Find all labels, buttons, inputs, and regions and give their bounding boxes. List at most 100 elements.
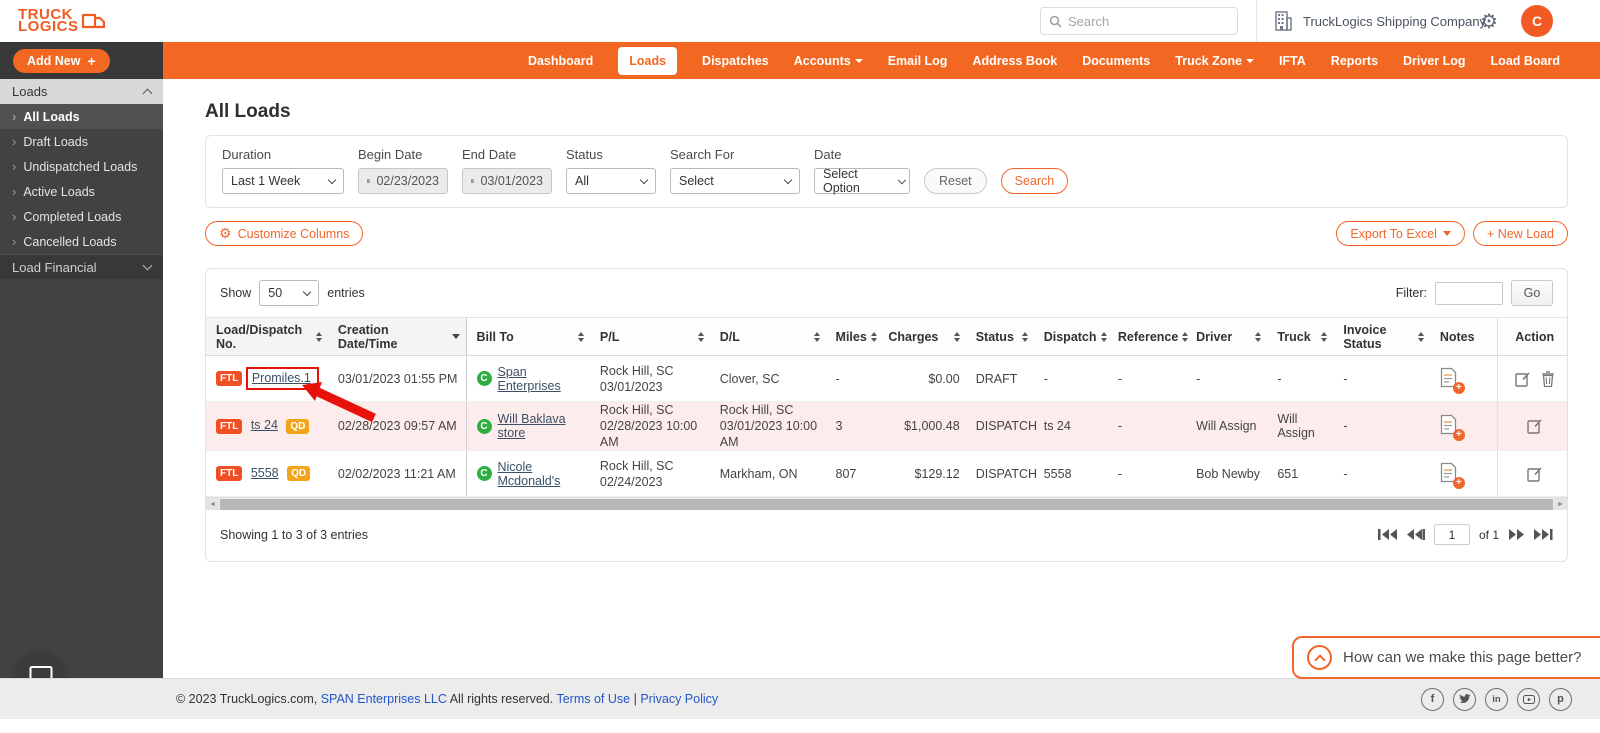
nav-dashboard[interactable]: Dashboard: [528, 54, 593, 68]
go-button[interactable]: Go: [1511, 280, 1553, 306]
col-reference[interactable]: Reference: [1107, 317, 1189, 356]
sidebar-item-active-loads[interactable]: › Active Loads: [0, 179, 163, 204]
page-size-select[interactable]: 50: [259, 280, 320, 306]
sort-icon[interactable]: [315, 331, 322, 342]
privacy-policy-link[interactable]: Privacy Policy: [640, 692, 718, 706]
page-number-input[interactable]: [1433, 524, 1470, 545]
new-load-button[interactable]: + New Load: [1472, 221, 1568, 246]
duration-select[interactable]: Last 1 Week: [222, 168, 344, 194]
span-enterprises-link[interactable]: SPAN Enterprises LLC: [321, 692, 447, 706]
sidebar-item-all-loads[interactable]: › All Loads: [0, 104, 163, 129]
horizontal-scrollbar[interactable]: ◄ ►: [206, 497, 1567, 510]
sidebar-item-undispatched-loads[interactable]: › Undispatched Loads: [0, 154, 163, 179]
customize-columns-button[interactable]: ⚙ Customize Columns: [205, 221, 364, 246]
sort-desc-icon[interactable]: [451, 334, 460, 339]
settings-gear-icon[interactable]: ⚙: [1480, 9, 1498, 34]
sort-icon[interactable]: [1321, 331, 1328, 342]
col-truck[interactable]: Truck: [1267, 317, 1334, 356]
nav-loads[interactable]: Loads: [618, 46, 678, 75]
nav-driver-log[interactable]: Driver Log: [1403, 54, 1466, 68]
load-link[interactable]: Promiles.1: [252, 371, 311, 385]
nav-load-board[interactable]: Load Board: [1491, 54, 1560, 68]
sort-icon[interactable]: [870, 331, 877, 342]
col-invoice-status[interactable]: Invoice Status: [1333, 317, 1430, 356]
date-select[interactable]: Select Option: [814, 167, 910, 195]
nav-reports[interactable]: Reports: [1331, 54, 1378, 68]
edit-icon[interactable]: [1526, 418, 1543, 434]
load-link[interactable]: ts 24: [251, 418, 278, 432]
terms-of-use-link[interactable]: Terms of Use: [556, 692, 630, 706]
status-select[interactable]: All: [566, 168, 656, 194]
sidebar-item-completed-loads[interactable]: › Completed Loads: [0, 204, 163, 229]
sort-icon[interactable]: [697, 331, 704, 342]
col-load-dispatch-no[interactable]: Load/Dispatch No.: [206, 317, 328, 356]
pinterest-icon[interactable]: p: [1549, 687, 1572, 711]
sort-icon[interactable]: [1182, 331, 1189, 342]
nav-ifta[interactable]: IFTA: [1279, 54, 1306, 68]
delete-icon[interactable]: [1541, 370, 1555, 387]
chevron-right-icon: ›: [12, 134, 17, 149]
begin-date-field[interactable]: 02/23/2023: [358, 168, 448, 194]
nav-documents[interactable]: Documents: [1082, 54, 1150, 68]
search-input[interactable]: [1068, 13, 1218, 29]
scroll-right-icon[interactable]: ►: [1554, 498, 1567, 510]
col-bill-to[interactable]: Bill To: [466, 317, 590, 356]
linkedin-icon[interactable]: in: [1485, 687, 1508, 711]
nav-truck-zone[interactable]: Truck Zone: [1175, 54, 1254, 68]
sort-icon[interactable]: [577, 331, 584, 342]
search-for-select[interactable]: Select: [670, 168, 800, 194]
notes-icon[interactable]: +: [1440, 414, 1465, 441]
search-button[interactable]: Search: [1000, 168, 1069, 194]
nav-address-book[interactable]: Address Book: [972, 54, 1057, 68]
last-page-icon[interactable]: [1534, 529, 1553, 540]
sidebar-section-load-financial[interactable]: Load Financial: [0, 254, 163, 279]
bill-to-link[interactable]: Will Baklava store: [498, 412, 584, 440]
next-page-icon[interactable]: [1508, 529, 1525, 540]
col-status[interactable]: Status: [965, 317, 1034, 356]
table-filter-input[interactable]: [1435, 281, 1503, 305]
sidebar-item-cancelled-loads[interactable]: › Cancelled Loads: [0, 229, 163, 254]
scrollbar-thumb[interactable]: [220, 499, 1553, 510]
sort-icon[interactable]: [813, 331, 820, 342]
export-to-excel-button[interactable]: Export To Excel: [1336, 221, 1465, 246]
nav-dispatches[interactable]: Dispatches: [702, 54, 769, 68]
reset-button[interactable]: Reset: [924, 168, 987, 194]
end-date-field[interactable]: 03/01/2023: [462, 168, 552, 194]
cell-dl: Markham, ON: [709, 450, 826, 497]
sort-icon[interactable]: [1255, 331, 1262, 342]
col-miles[interactable]: Miles: [825, 317, 879, 356]
col-creation-date[interactable]: Creation Date/Time: [327, 317, 467, 356]
bill-to-link[interactable]: Nicole Mcdonald's: [498, 460, 584, 488]
bill-to-link[interactable]: Span Enterprises: [498, 365, 584, 393]
col-dispatch[interactable]: Dispatch: [1033, 317, 1108, 356]
sort-icon[interactable]: [1100, 331, 1107, 342]
edit-icon[interactable]: [1526, 466, 1543, 482]
col-pl[interactable]: P/L: [589, 317, 710, 356]
sort-icon[interactable]: [1021, 331, 1028, 342]
company-switcher[interactable]: TruckLogics Shipping Company: [1272, 0, 1486, 42]
col-dl[interactable]: D/L: [709, 317, 826, 356]
scroll-left-icon[interactable]: ◄: [206, 498, 219, 510]
first-page-icon[interactable]: [1377, 529, 1397, 540]
sort-icon[interactable]: [953, 331, 960, 342]
trucklogics-logo[interactable]: Truck Logics: [18, 7, 107, 34]
add-new-button[interactable]: Add New +: [13, 48, 110, 73]
col-driver[interactable]: Driver: [1186, 317, 1268, 356]
facebook-icon[interactable]: f: [1421, 687, 1444, 711]
notes-icon[interactable]: +: [1440, 367, 1465, 394]
nav-accounts[interactable]: Accounts: [794, 54, 863, 68]
company-name: TruckLogics Shipping Company: [1303, 13, 1487, 29]
sidebar-section-loads[interactable]: Loads: [0, 79, 163, 104]
sidebar-item-draft-loads[interactable]: › Draft Loads: [0, 129, 163, 154]
sort-icon[interactable]: [1417, 331, 1424, 342]
col-charges[interactable]: Charges: [878, 317, 966, 356]
nav-email-log[interactable]: Email Log: [888, 54, 948, 68]
edit-icon[interactable]: [1514, 371, 1531, 387]
twitter-icon[interactable]: [1453, 687, 1476, 711]
youtube-icon[interactable]: [1517, 687, 1540, 711]
feedback-widget[interactable]: How can we make this page better?: [1292, 636, 1600, 679]
notes-icon[interactable]: +: [1440, 462, 1465, 489]
prev-page-icon[interactable]: [1406, 529, 1425, 540]
load-link[interactable]: 5558: [251, 466, 279, 480]
user-avatar[interactable]: C: [1521, 5, 1553, 37]
